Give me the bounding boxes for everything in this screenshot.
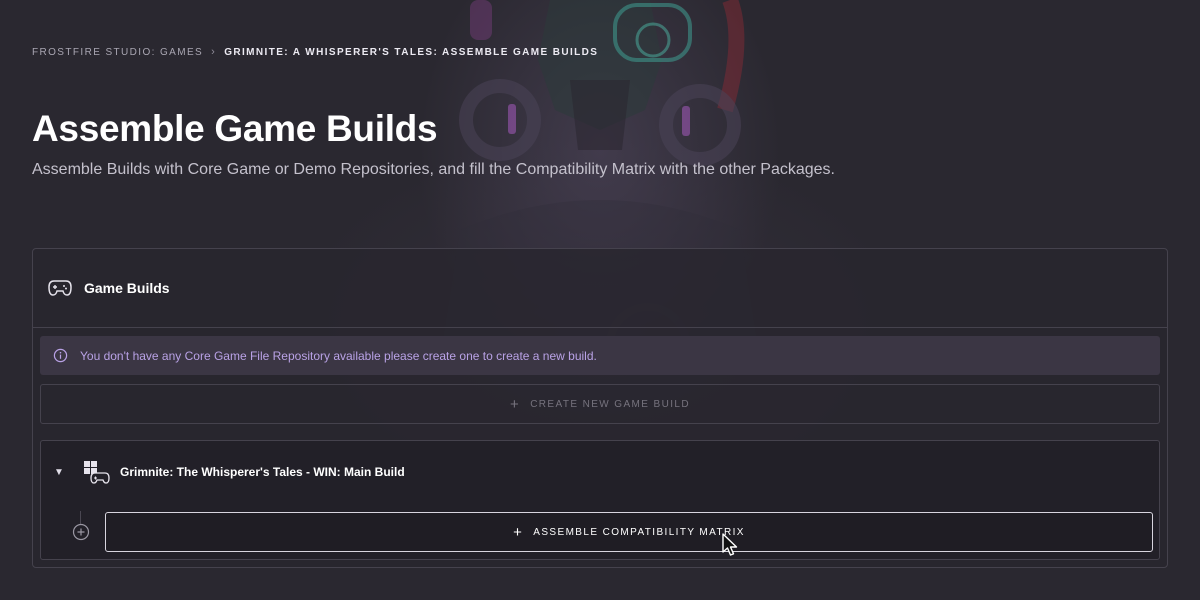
info-message: You don't have any Core Game File Reposi… bbox=[80, 348, 597, 363]
caret-down-icon[interactable]: ▼ bbox=[54, 467, 66, 478]
create-new-game-build-button[interactable]: + CREATE NEW GAME BUILD bbox=[40, 384, 1160, 424]
panel-title: Game Builds bbox=[84, 280, 170, 296]
breadcrumb: FROSTFIRE STUDIO: GAMES › GRIMNITE: A WH… bbox=[32, 46, 598, 58]
chevron-right-icon: › bbox=[211, 46, 217, 58]
info-banner: You don't have any Core Game File Reposi… bbox=[40, 336, 1160, 375]
panel-header: Game Builds bbox=[33, 249, 1167, 328]
breadcrumb-current-page: GRIMNITE: A WHISPERER'S TALES: ASSEMBLE … bbox=[224, 46, 599, 58]
game-builds-panel: Game Builds You don't have any Core Game… bbox=[32, 248, 1168, 568]
breadcrumb-studio-link[interactable]: FROSTFIRE STUDIO: GAMES bbox=[32, 47, 203, 58]
page: FROSTFIRE STUDIO: GAMES › GRIMNITE: A WH… bbox=[0, 0, 1200, 600]
create-new-game-build-label: CREATE NEW GAME BUILD bbox=[530, 398, 690, 410]
build-card: ▼ Grimnite: The Whisperer's Tales - WIN:… bbox=[40, 440, 1160, 560]
windows-gamepad-icon bbox=[84, 461, 110, 484]
plus-icon: + bbox=[513, 523, 524, 541]
gamepad-icon bbox=[48, 280, 72, 296]
page-title: Assemble Game Builds bbox=[32, 108, 438, 149]
assemble-compatibility-matrix-label: ASSEMBLE COMPATIBILITY MATRIX bbox=[533, 526, 745, 538]
assemble-compatibility-matrix-button[interactable]: + ASSEMBLE COMPATIBILITY MATRIX bbox=[105, 512, 1153, 552]
page-subtitle: Assemble Builds with Core Game or Demo R… bbox=[32, 161, 835, 178]
info-icon bbox=[53, 348, 68, 363]
mouse-cursor-icon bbox=[722, 533, 738, 556]
plus-icon: + bbox=[510, 395, 521, 413]
build-name: Grimnite: The Whisperer's Tales - WIN: M… bbox=[120, 465, 405, 479]
build-header[interactable]: ▼ Grimnite: The Whisperer's Tales - WIN:… bbox=[41, 455, 1159, 489]
plus-circle-icon[interactable] bbox=[72, 523, 90, 541]
